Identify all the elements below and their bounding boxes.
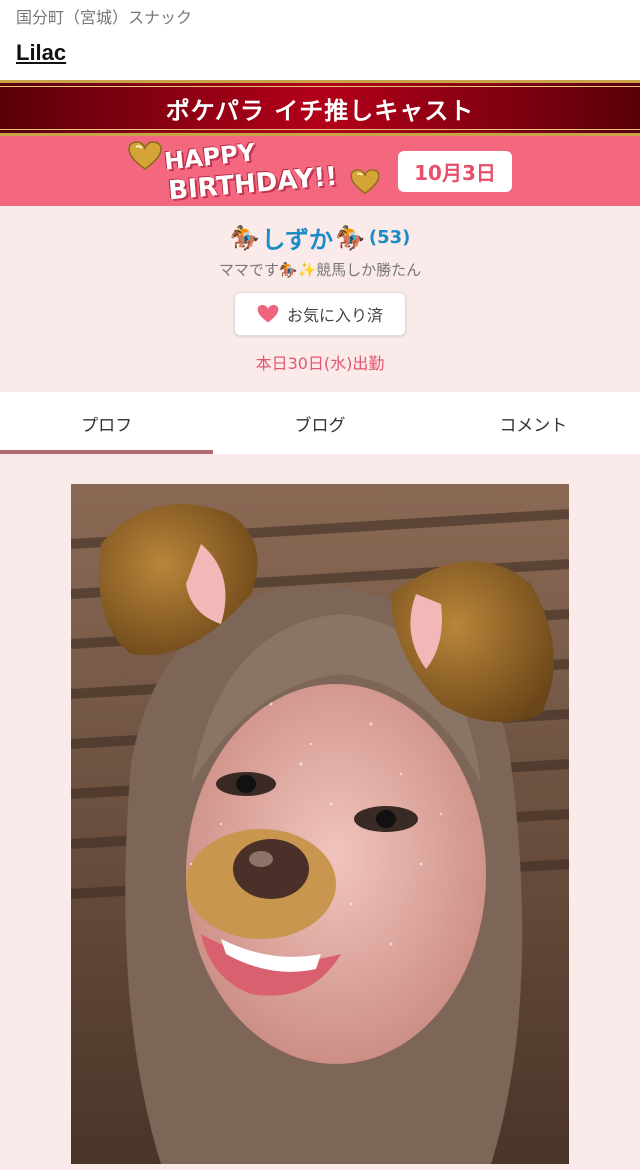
cast-age: (53) — [368, 227, 411, 248]
shift-status: 本日30日(水)出勤 — [255, 354, 385, 373]
horse-racing-icon: 🏇 — [229, 223, 260, 252]
heart-icon — [257, 304, 279, 323]
banner-title: ポケパラ イチ推しキャスト — [165, 96, 475, 125]
active-tab-indicator — [0, 450, 213, 454]
cast-profile: 🏇 しずか 🏇 (53) ママです🏇✨競馬しか勝たん お気に入り済 本日30日(… — [0, 206, 640, 392]
gold-heart-icon — [128, 141, 162, 170]
tab-profile[interactable]: プロフ — [0, 392, 213, 454]
cast-catchphrase: ママです🏇✨競馬しか勝たん — [218, 261, 422, 279]
cast-name: しずか — [261, 226, 333, 254]
cast-photo-image — [71, 484, 569, 1164]
profile-tabs: プロフ ブログ コメント — [0, 392, 640, 454]
photo-section — [0, 454, 640, 1170]
cast-name-row: 🏇 しずか 🏇 (53) — [0, 220, 640, 255]
cast-photo[interactable] — [71, 484, 569, 1164]
shop-name-link[interactable]: Lilac — [16, 40, 66, 66]
favorite-button[interactable]: お気に入り済 — [234, 292, 406, 336]
horse-racing-icon: 🏇 — [335, 223, 365, 252]
tab-blog[interactable]: ブログ — [213, 392, 426, 454]
header: 国分町（宮城）スナック Lilac — [0, 0, 640, 80]
birthday-strip: HAPPY BIRTHDAY!! 10月3日 — [0, 136, 640, 206]
area-category: 国分町（宮城）スナック — [16, 8, 193, 27]
happy-birthday-logo: HAPPY BIRTHDAY!! — [128, 138, 380, 206]
featured-banner: ポケパラ イチ推しキャスト — [0, 80, 640, 136]
birthday-date: 10月3日 — [398, 150, 512, 192]
favorite-label: お気に入り済 — [286, 306, 383, 325]
gold-heart-icon — [350, 169, 380, 195]
tab-comment[interactable]: コメント — [427, 392, 640, 454]
